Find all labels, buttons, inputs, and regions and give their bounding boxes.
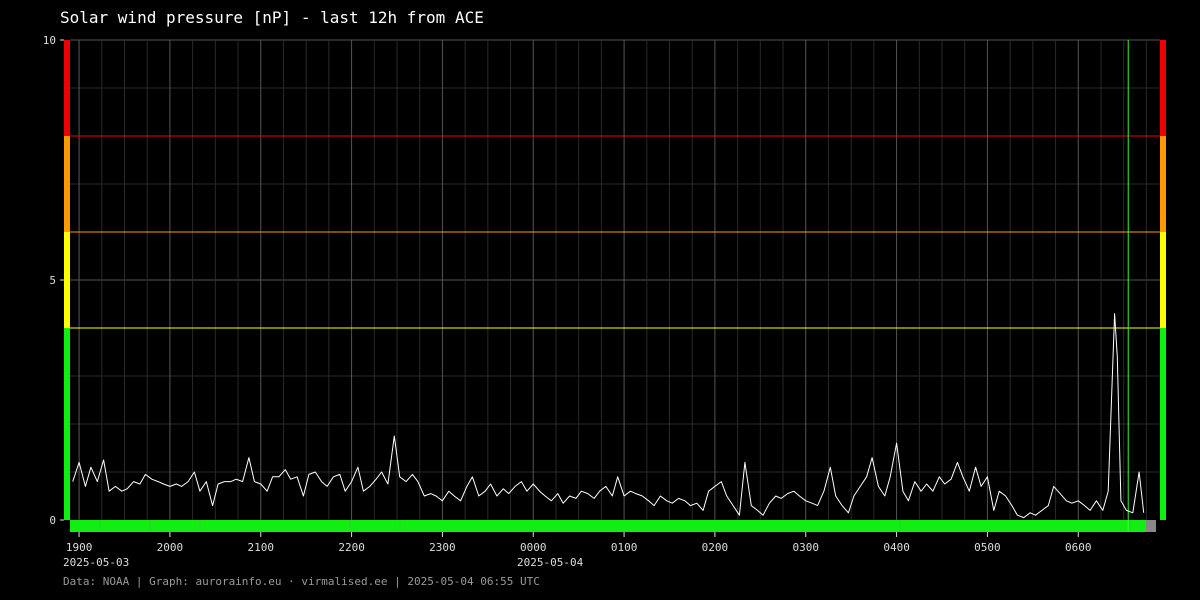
x-tick-label: 0000 [520, 541, 547, 554]
date-label-next: 2025-05-04 [517, 556, 584, 569]
left-bar-red [64, 40, 70, 136]
x-tick-label: 0500 [974, 541, 1001, 554]
threshold-lines [70, 135, 1160, 329]
right-bar-red [1160, 40, 1166, 136]
x-tick-label: 2000 [157, 541, 184, 554]
status-bar-gap [1146, 520, 1156, 532]
x-tick-label: 0400 [883, 541, 910, 554]
grid-lines [70, 39, 1160, 520]
footer-credit: Data: NOAA | Graph: aurorainfo.eu · virm… [63, 575, 540, 588]
left-bar-orange [64, 136, 70, 232]
pressure-line [72, 313, 1145, 519]
right-bar-orange [1160, 136, 1166, 232]
x-tick-label: 2100 [248, 541, 275, 554]
x-tick-label: 2200 [338, 541, 365, 554]
x-tick-label: 0200 [702, 541, 729, 554]
y-tick-label: 10 [43, 34, 56, 47]
y-tick-label: 5 [49, 274, 56, 287]
x-tick-label: 0300 [793, 541, 820, 554]
y-axis-ticks: 0 5 10 [43, 34, 64, 527]
x-axis-ticks: 1900 2000 2100 2200 2300 0000 0100 0200 0300 0400… [66, 532, 1092, 554]
x-tick-label: 2300 [429, 541, 456, 554]
chart-canvas: 0 5 10 1900 2000 2100 2200 2300 0000 0100 0200 030… [43, 34, 1166, 554]
left-bar-green [64, 328, 70, 520]
y-tick-label: 0 [49, 514, 56, 527]
status-bar-green [70, 520, 1156, 532]
x-tick-label: 0100 [611, 541, 638, 554]
right-bar-yellow [1160, 232, 1166, 328]
x-tick-label: 1900 [66, 541, 93, 554]
status-bar [70, 520, 1156, 532]
date-label-start: 2025-05-03 [63, 556, 130, 569]
pressure-series [72, 313, 1145, 519]
right-bar-green [1160, 328, 1166, 520]
left-bar-yellow [64, 232, 70, 328]
x-tick-label: 0600 [1065, 541, 1092, 554]
